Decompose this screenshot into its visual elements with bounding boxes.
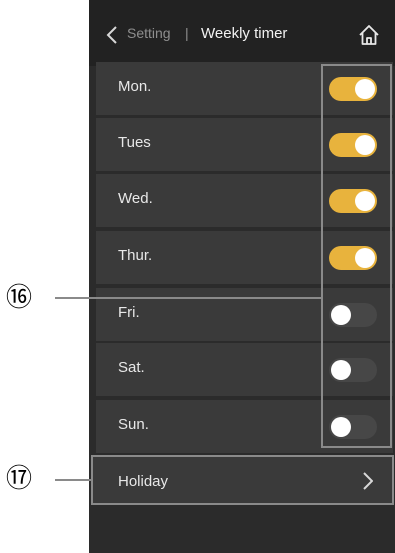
home-icon[interactable] xyxy=(358,24,380,46)
holiday-row[interactable]: Holiday xyxy=(91,455,394,505)
day-label: Wed. xyxy=(118,190,153,207)
day-label: Sat. xyxy=(118,359,145,376)
callout-16-leader xyxy=(55,297,323,299)
breadcrumb-separator: | xyxy=(185,25,189,41)
day-label: Tues xyxy=(118,134,151,151)
chevron-right-icon xyxy=(363,472,373,490)
holiday-label: Holiday xyxy=(118,473,169,490)
day-label: Sun. xyxy=(118,416,149,433)
callout-17-leader xyxy=(55,479,93,481)
toggles-highlight-box xyxy=(321,64,392,448)
callout-16: ⑯ xyxy=(6,283,33,313)
device-screen: Setting | Weekly timer Mon. Tues Wed. Thur.… xyxy=(89,0,395,553)
page-title: Weekly timer xyxy=(201,25,288,42)
callout-17: ⑰ xyxy=(6,464,33,494)
day-label: Fri. xyxy=(118,304,140,321)
chevron-left-icon[interactable] xyxy=(106,26,118,44)
header-bar: Setting | Weekly timer xyxy=(89,0,395,66)
day-label: Mon. xyxy=(118,78,152,95)
day-label: Thur. xyxy=(118,247,153,264)
breadcrumb-setting[interactable]: Setting xyxy=(127,25,171,41)
